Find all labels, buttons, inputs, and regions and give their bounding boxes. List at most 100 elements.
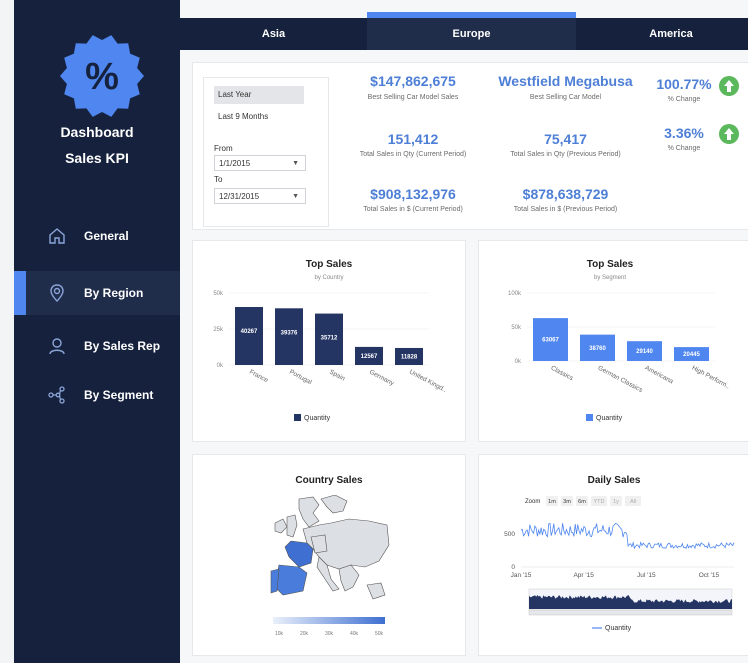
to-date-select[interactable]: 12/31/2015 ▼: [214, 188, 306, 204]
bar-value-label: 20445: [683, 352, 700, 358]
to-label: To: [214, 175, 223, 184]
zoom-button-3m[interactable]: 3m: [561, 496, 573, 506]
svg-text:3m: 3m: [563, 499, 571, 505]
x-tick-label: Apr '15: [573, 572, 594, 579]
bar-value-label: 12567: [361, 354, 378, 360]
zoom-button-6m[interactable]: 6m: [576, 496, 588, 506]
x-tick-label: Germany: [368, 369, 396, 388]
x-tick-label: Portugal: [288, 369, 313, 387]
location-pin-icon: [50, 284, 64, 302]
change2-value: 3.36%: [664, 125, 704, 141]
bar-value-label: 11828: [401, 354, 418, 360]
x-tick-label: Jan '15: [511, 572, 532, 579]
nav-item-by-region[interactable]: By Region: [14, 271, 180, 315]
qty-previous-value: 75,417: [544, 131, 587, 147]
x-tick-label: Jul '15: [637, 572, 656, 579]
person-icon: [49, 338, 65, 355]
legend-label: Quantity: [596, 415, 623, 422]
kpi-card: Last Year Last 9 Months From 1/1/2015 ▼ T…: [192, 62, 748, 230]
active-indicator: [14, 271, 26, 315]
nav-item-label: General: [84, 229, 129, 243]
tab-europe[interactable]: Europe: [367, 12, 576, 50]
zoom-button-1m[interactable]: 1m: [546, 496, 558, 506]
svg-text:YTD: YTD: [594, 499, 605, 505]
chart-title: Daily Sales: [587, 475, 641, 486]
sidebar: % Dashboard Sales KPI General By Region …: [14, 0, 180, 663]
change2-label: % Change: [667, 145, 701, 152]
nav-item-label: By Sales Rep: [84, 339, 161, 353]
bar-value-label: 39376: [281, 330, 298, 336]
legend-swatch: [586, 414, 593, 421]
europe-map: [270, 495, 390, 600]
chart-title: Country Sales: [295, 475, 363, 486]
preset-last-9-months[interactable]: Last 9 Months: [214, 108, 304, 126]
percent-badge-logo: %: [60, 35, 144, 117]
legend-swatch: [294, 414, 301, 421]
dashboard-subtitle: Sales KPI: [65, 150, 129, 166]
y-tick-label: 0k: [515, 359, 522, 365]
qty-current-value: 151,412: [387, 131, 439, 147]
y-tick-label: 50k: [511, 325, 522, 331]
nav-item-label: By Segment: [84, 388, 154, 402]
nav-item-label: By Region: [84, 286, 144, 300]
x-tick-label: France: [248, 369, 269, 385]
legend-label: Quantity: [605, 625, 632, 632]
best-model-value: Westfield Megabusa: [498, 73, 633, 89]
date-filter-panel: Last Year Last 9 Months From 1/1/2015 ▼ T…: [203, 77, 329, 227]
bar-value-label: 63067: [542, 338, 559, 344]
bar-value-label: 38760: [589, 346, 606, 352]
svg-text:All: All: [630, 499, 636, 505]
y-tick-label: 25k: [213, 327, 224, 333]
scale-label: 30k: [325, 631, 334, 637]
preset-last-year[interactable]: Last Year: [214, 86, 304, 104]
chevron-down-icon: ▼: [292, 193, 299, 200]
zoom-button-all[interactable]: All: [625, 496, 641, 506]
best-model-label: Best Selling Car Model: [529, 94, 602, 101]
usd-current-value: $908,132,976: [370, 186, 456, 202]
y-tick-label: 500: [504, 531, 515, 538]
navigator-scrollbar[interactable]: [528, 609, 733, 616]
x-tick-label: Oct '15: [699, 572, 720, 579]
qty-current-label: Total Sales in Qty (Current Period): [359, 151, 467, 158]
tab-america[interactable]: America: [576, 18, 748, 50]
scale-label: 10k: [275, 631, 284, 637]
from-date-select[interactable]: 1/1/2015 ▼: [214, 155, 306, 171]
home-icon: [49, 228, 65, 244]
best-selling-sales-label: Best Selling Car Model Sales: [367, 94, 459, 101]
scale-label: 40k: [350, 631, 359, 637]
svg-text:1m: 1m: [548, 499, 556, 505]
y-tick-label: 100k: [508, 291, 522, 297]
x-tick-label: High Perform..: [691, 365, 731, 391]
daily-sales-line-chart: Zoom 1m 3m 6m YTD 1y All 0 500 Jan '15 Apr '15 Jul …: [504, 496, 735, 632]
country-sales-card: Country Sales 10k 20k 30k 40k 50k: [192, 454, 466, 656]
arrow-up-icon: [719, 76, 739, 96]
bar: [275, 308, 303, 365]
nav-item-by-sales-rep[interactable]: By Sales Rep: [14, 324, 180, 368]
best-selling-sales-value: $147,862,675: [370, 73, 456, 89]
zoom-button-1y[interactable]: 1y: [610, 496, 622, 506]
svg-text:6m: 6m: [578, 499, 586, 505]
x-tick-label: United Kingd..: [408, 369, 448, 394]
usd-current-label: Total Sales in $ (Current Period): [363, 206, 463, 213]
chart-title: Top Sales: [586, 259, 634, 270]
x-tick-label: German Classics: [597, 365, 645, 395]
usd-previous-value: $878,638,729: [522, 186, 609, 202]
bar-value-label: 40267: [241, 329, 258, 335]
nav-item-by-segment[interactable]: By Segment: [14, 373, 180, 417]
daily-sales-card: Daily Sales Zoom 1m 3m 6m YTD 1y All 0 500 Jan '1…: [478, 454, 748, 656]
legend-label: Quantity: [304, 415, 331, 422]
bar: [235, 307, 263, 365]
scale-label: 50k: [375, 631, 384, 637]
region-tabs: Asia Europe America: [180, 12, 748, 50]
share-icon: [48, 386, 65, 404]
country-bar-chart: 0k 25k 50k 40267 France 39376 Portugal 35712 Spa…: [213, 291, 448, 422]
nav-item-general[interactable]: General: [14, 214, 180, 258]
chevron-down-icon: ▼: [292, 160, 299, 167]
chart-title: Top Sales: [305, 259, 353, 270]
logo-symbol: %: [85, 56, 119, 98]
zoom-button-ytd[interactable]: YTD: [591, 496, 607, 506]
svg-text:1y: 1y: [613, 499, 619, 505]
segment-bar-chart: 0k 50k 100k 63067 Classics 38760 German Classi…: [508, 291, 731, 422]
tab-asia[interactable]: Asia: [180, 18, 367, 50]
scale-label: 20k: [300, 631, 309, 637]
